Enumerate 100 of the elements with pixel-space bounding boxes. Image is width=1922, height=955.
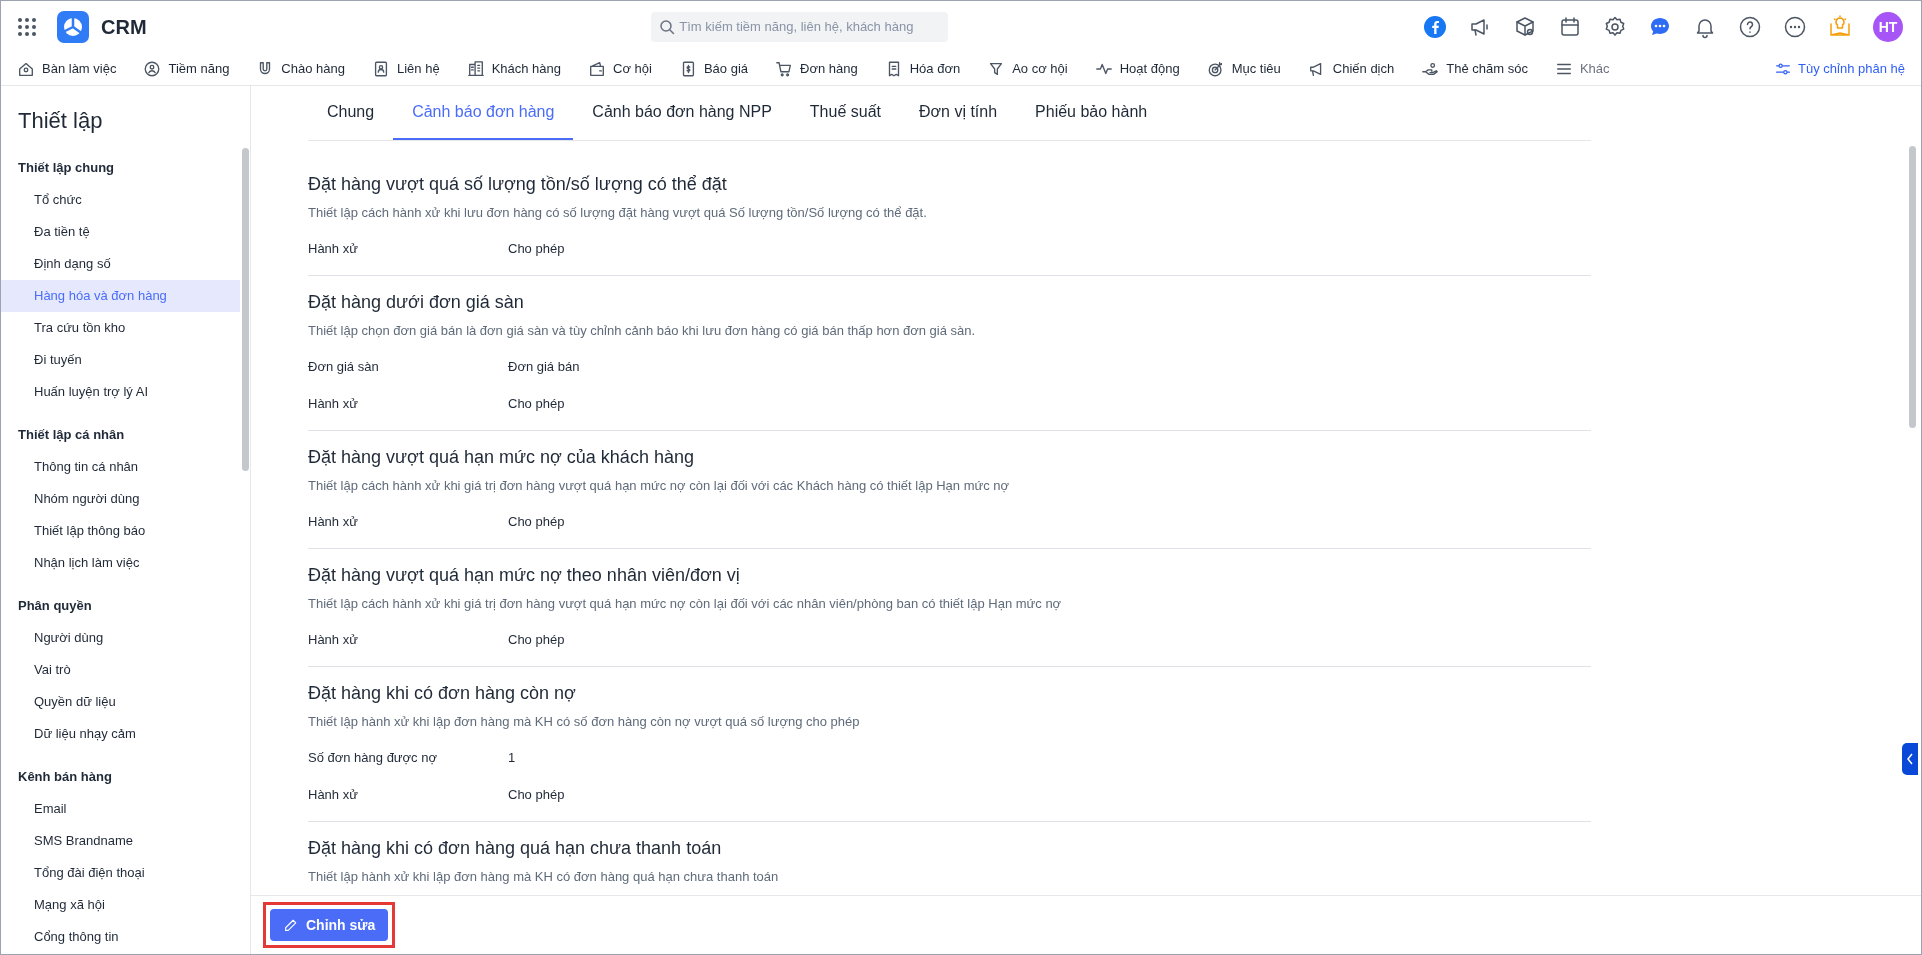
sidebar-item[interactable]: Người dùng	[1, 622, 240, 654]
section-title: Đặt hàng vượt quá số lượng tồn/số lượng có thể đặt	[308, 173, 728, 196]
field-value: Cho phép	[508, 785, 565, 804]
app-grid-icon[interactable]	[17, 17, 37, 37]
sidebar-item[interactable]: Nhận lịch làm việc	[1, 547, 240, 579]
tab[interactable]: Chung	[308, 85, 394, 140]
field-label: Hành xử	[308, 239, 359, 258]
nav-item[interactable]: Chiến dịch	[1307, 59, 1395, 79]
nav-item[interactable]: Chào hàng	[256, 59, 345, 79]
section-description: Thiết lập chọn đơn giá bán là đơn giá sàn và tùy chỉnh cảnh báo khi lưu đơn hàng có giá bán thấp hơn đơn giá sàn.	[308, 322, 977, 340]
chevron-left-icon	[1906, 753, 1914, 765]
sliders-icon	[1775, 61, 1792, 77]
section-title: Đặt hàng vượt quá hạn mức nợ của khách hàng	[308, 446, 695, 469]
sidebar-group-label: Phân quyền	[17, 597, 93, 616]
building-icon	[466, 60, 485, 78]
nav-item[interactable]: Cơ hội	[588, 59, 652, 79]
section-description: Thiết lập hành xử khi lập đơn hàng mà KH có số đơn hàng còn nợ vượt quá số lượng cho phép	[308, 713, 861, 731]
scrollbar[interactable]	[1909, 146, 1916, 428]
edit-button[interactable]: Chỉnh sửa	[270, 909, 389, 941]
customize-link[interactable]: Tùy chỉnh phân hệ	[1775, 59, 1905, 79]
more-icon[interactable]	[1783, 15, 1807, 39]
nav-item[interactable]: Hoạt động	[1094, 59, 1180, 79]
tab[interactable]: Cảnh báo đơn hàng NPP	[573, 85, 791, 140]
face-icon	[143, 60, 162, 78]
sidebar-item[interactable]: Huấn luyện trợ lý AI	[1, 376, 240, 408]
field-value: Cho phép	[508, 512, 565, 531]
sidebar-item[interactable]: Đa tiền tệ	[1, 216, 240, 248]
sidebar-item[interactable]: Quyền dữ liệu	[1, 686, 240, 718]
nav-item[interactable]: Báo giá	[678, 59, 748, 79]
nav-item[interactable]: Khác	[1554, 59, 1610, 79]
field-value: Cho phép	[508, 394, 565, 413]
sidebar-group-label: Thiết lập chung	[17, 159, 116, 178]
tab[interactable]: Cảnh báo đơn hàng	[393, 85, 574, 140]
sidebar-item[interactable]: Định dạng số	[1, 248, 240, 280]
nav-item[interactable]: Đơn hàng	[775, 59, 858, 79]
nav-item[interactable]: Bàn làm việc	[17, 59, 117, 79]
sidebar-item[interactable]: Thiết lập thông báo	[1, 515, 240, 547]
sidebar-item[interactable]: Nhóm người dùng	[1, 483, 240, 515]
sidebar-group-label: Kênh bán hàng	[17, 768, 113, 787]
sidebar-item[interactable]: Tổng đài điện thoại	[1, 857, 240, 889]
sidebar-title: Thiết lập	[17, 107, 104, 135]
field-value: Cho phép	[508, 630, 565, 649]
sidebar-item[interactable]: Tổ chức	[1, 184, 240, 216]
sidebar-item[interactable]: Dữ liệu nhạy cảm	[1, 718, 240, 750]
section-title: Đặt hàng khi có đơn hàng quá hạn chưa thanh toán	[308, 837, 723, 860]
hand-icon	[1421, 60, 1440, 78]
sidebar-item[interactable]: Email	[1, 793, 240, 825]
nav-item[interactable]: Tiềm năng	[143, 59, 230, 79]
facebook-icon[interactable]	[1423, 15, 1447, 39]
sidebar-item[interactable]: Tra cứu tồn kho	[1, 312, 240, 344]
sidebar-item[interactable]: Thông tin cá nhân	[1, 451, 240, 483]
house-icon	[17, 60, 35, 78]
sidebar-item[interactable]: Vai trò	[1, 654, 240, 686]
sidebar-item[interactable]: Mạng xã hội	[1, 889, 240, 921]
field-label: Hành xử	[308, 512, 359, 531]
section-title: Đặt hàng khi có đơn hàng còn nợ	[308, 682, 577, 705]
sidebar-group-label: Thiết lập cá nhân	[17, 426, 126, 445]
section-title: Đặt hàng dưới đơn giá sàn	[308, 291, 525, 314]
wallet-icon	[588, 60, 607, 78]
search-icon	[659, 19, 676, 35]
field-label: Hành xử	[308, 785, 359, 804]
nav-item[interactable]: Khách hàng	[466, 59, 562, 79]
field-value: Cho phép	[508, 239, 565, 258]
tab[interactable]: Phiếu bảo hành	[1016, 85, 1167, 140]
field-value: Đơn giá bán	[508, 357, 580, 376]
box-search-icon[interactable]	[1513, 15, 1537, 39]
app-title: CRM	[101, 15, 147, 40]
section-title: Đặt hàng vượt quá hạn mức nợ theo nhân viên/đơn vị	[308, 564, 741, 587]
tab[interactable]: Đơn vị tính	[900, 85, 1017, 140]
section-description: Thiết lập cách hành xử khi giá trị đơn hàng vượt quá hạn mức nợ còn lại đối với các Khách hàng có thiết lập Hạn mức nợ	[308, 477, 1011, 495]
nav-item[interactable]: Liên hệ	[372, 59, 440, 79]
sidebar-item[interactable]: Đi tuyến	[1, 344, 240, 376]
sidebar-item[interactable]: Cổng thông tin	[1, 921, 240, 953]
sidebar-item[interactable]: Hàng hóa và đơn hàng	[1, 280, 240, 312]
search-field[interactable]: Tìm kiếm tiềm năng, liên hệ, khách hàng	[651, 12, 949, 42]
nav-item[interactable]: Ao cơ hội	[987, 59, 1068, 79]
sidebar-item[interactable]: SMS Brandname	[1, 825, 240, 857]
field-label: Hành xử	[308, 394, 359, 413]
logo-icon[interactable]	[57, 11, 89, 43]
section-description: Thiết lập cách hành xử khi giá trị đơn hàng vượt quá hạn mức nợ còn lại đối với các nhân viên/phòng ban có thiết lập Hạn mức nợ	[308, 595, 1063, 613]
field-label: Số đơn hàng được nợ	[308, 748, 438, 767]
cart-icon	[775, 60, 793, 78]
pencil-icon	[283, 917, 298, 933]
tab[interactable]: Thuế suất	[790, 85, 900, 140]
collapse-tab[interactable]	[1902, 743, 1918, 775]
section-description: Thiết lập hành xử khi lập đơn hàng mà KH có đơn hàng quá hạn chưa thanh toán	[308, 868, 780, 886]
contact-card-icon	[372, 60, 390, 78]
nav-item[interactable]: Hóa đơn	[884, 59, 961, 79]
settings-icon[interactable]	[1603, 15, 1627, 39]
field-label: Đơn giá sàn	[308, 357, 380, 376]
target-icon	[1206, 60, 1225, 78]
field-value: 1	[508, 748, 516, 767]
user-avatar[interactable]: HT	[1873, 12, 1903, 42]
field-label: Hành xử	[308, 630, 359, 649]
scrollbar[interactable]	[242, 148, 249, 471]
nav-item[interactable]: Mục tiêu	[1206, 59, 1281, 79]
calendar-icon[interactable]	[1558, 15, 1582, 39]
section-description: Thiết lập cách hành xử khi lưu đơn hàng có số lượng đặt hàng vượt quá Số lượng tồn/Số lượng có thể đặt.	[308, 204, 928, 222]
help-icon[interactable]	[1738, 15, 1762, 39]
nav-item[interactable]: Thẻ chăm sóc	[1421, 59, 1528, 79]
